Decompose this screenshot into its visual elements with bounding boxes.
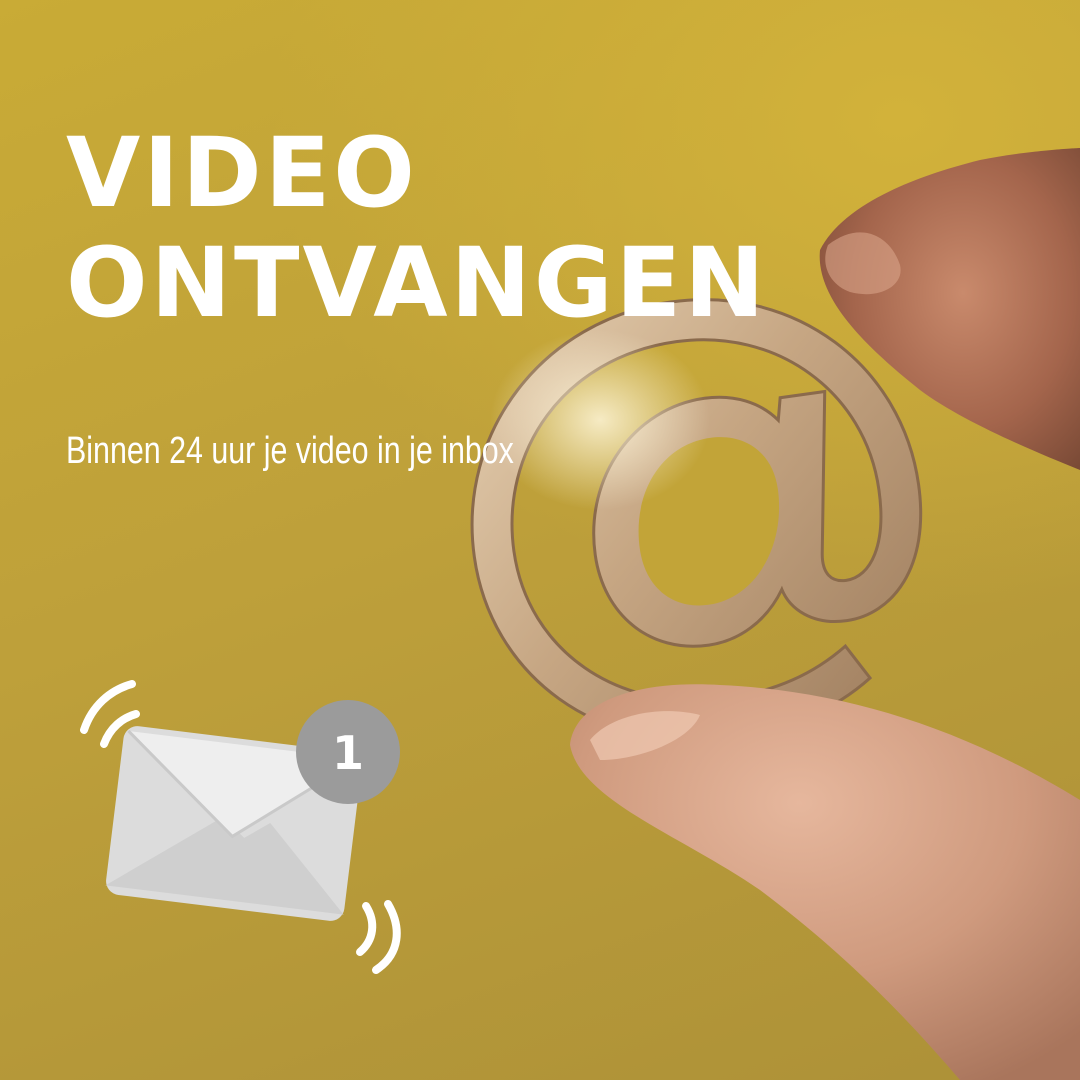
headline-line-1: VIDEO bbox=[66, 117, 418, 229]
envelope-icon: 1 bbox=[80, 680, 401, 974]
promo-card: VIDEO ONTVANGEN Binnen 24 uur je video i… bbox=[0, 0, 1080, 1080]
headline-line-2: ONTVANGEN bbox=[66, 227, 768, 339]
badge-count: 1 bbox=[332, 726, 364, 780]
headline: VIDEO ONTVANGEN bbox=[66, 118, 768, 338]
subtitle: Binnen 24 uur je video in je inbox bbox=[66, 430, 514, 472]
